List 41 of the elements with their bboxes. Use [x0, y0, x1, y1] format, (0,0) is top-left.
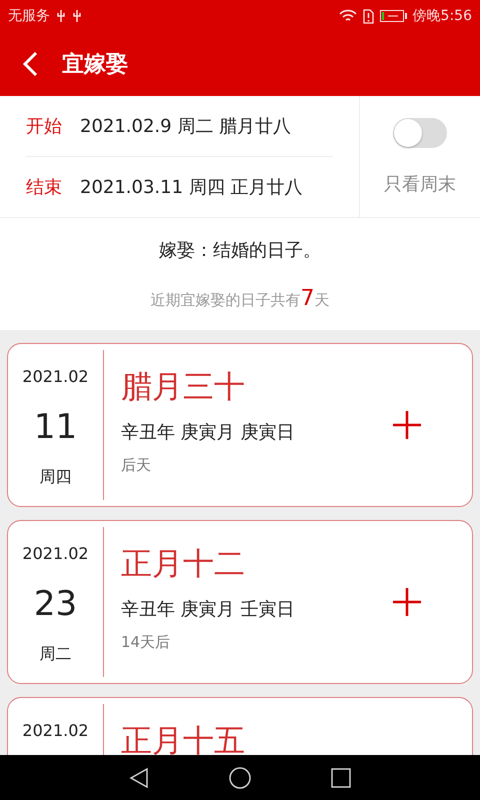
- lunar-date: 腊月三十: [121, 368, 246, 407]
- day-card[interactable]: 2021.02 23 周二 正月十二 辛丑年 庚寅月 壬寅日 14天后: [7, 520, 473, 684]
- battery-icon: [380, 10, 407, 22]
- recents-nav-icon[interactable]: [331, 768, 351, 788]
- weekend-label: 只看周末: [384, 172, 456, 196]
- day-number: 11: [34, 406, 78, 446]
- weekend-toggle[interactable]: [393, 118, 447, 148]
- summary-text: 近期宜嫁娶的日子共有7天: [150, 286, 330, 311]
- end-label: 结束: [26, 176, 62, 199]
- wifi-icon: [338, 9, 357, 23]
- end-date-row[interactable]: 结束 2021.03.11 周四 正月廿八: [26, 157, 333, 217]
- weekday-text: 周四: [40, 467, 72, 488]
- back-nav-icon[interactable]: [129, 766, 149, 788]
- add-button[interactable]: [392, 587, 422, 617]
- usb-icon: [56, 9, 66, 23]
- home-nav-icon[interactable]: [229, 766, 251, 788]
- start-label: 开始: [26, 115, 62, 138]
- month-text: 2021.02: [22, 367, 89, 386]
- month-text: 2021.02: [22, 544, 89, 563]
- end-date: 2021.03.11 周四 正月廿八: [80, 176, 303, 199]
- add-button[interactable]: [392, 410, 422, 440]
- relative-day: 14天后: [121, 633, 392, 652]
- lunar-date: 正月十五: [121, 722, 246, 755]
- day-card[interactable]: 2021.02 正月十五: [7, 697, 473, 755]
- lunar-date: 正月十二: [121, 545, 246, 584]
- month-text: 2021.02: [22, 721, 89, 740]
- day-number: 23: [34, 584, 78, 624]
- relative-day: 后天: [121, 456, 392, 475]
- carrier-text: 无服务: [8, 7, 50, 25]
- back-button[interactable]: [22, 51, 38, 77]
- sim-alert-icon: [362, 8, 374, 24]
- ganzhi-text: 辛丑年 庚寅月 壬寅日: [121, 598, 296, 621]
- page-title: 宜嫁娶: [62, 50, 128, 79]
- start-date: 2021.02.9 周二 腊月廿八: [80, 115, 292, 138]
- usb-icon: [72, 9, 82, 23]
- description-text: 嫁娶：结婚的日子。: [159, 239, 321, 262]
- day-card[interactable]: 2021.02 11 周四 腊月三十 辛丑年 庚寅月 庚寅日 后天: [7, 343, 473, 507]
- clock-time: 傍晚5:56: [412, 7, 472, 25]
- weekday-text: 周二: [40, 644, 72, 665]
- start-date-row[interactable]: 开始 2021.02.9 周二 腊月廿八: [26, 96, 333, 157]
- ganzhi-text: 辛丑年 庚寅月 庚寅日: [121, 421, 296, 444]
